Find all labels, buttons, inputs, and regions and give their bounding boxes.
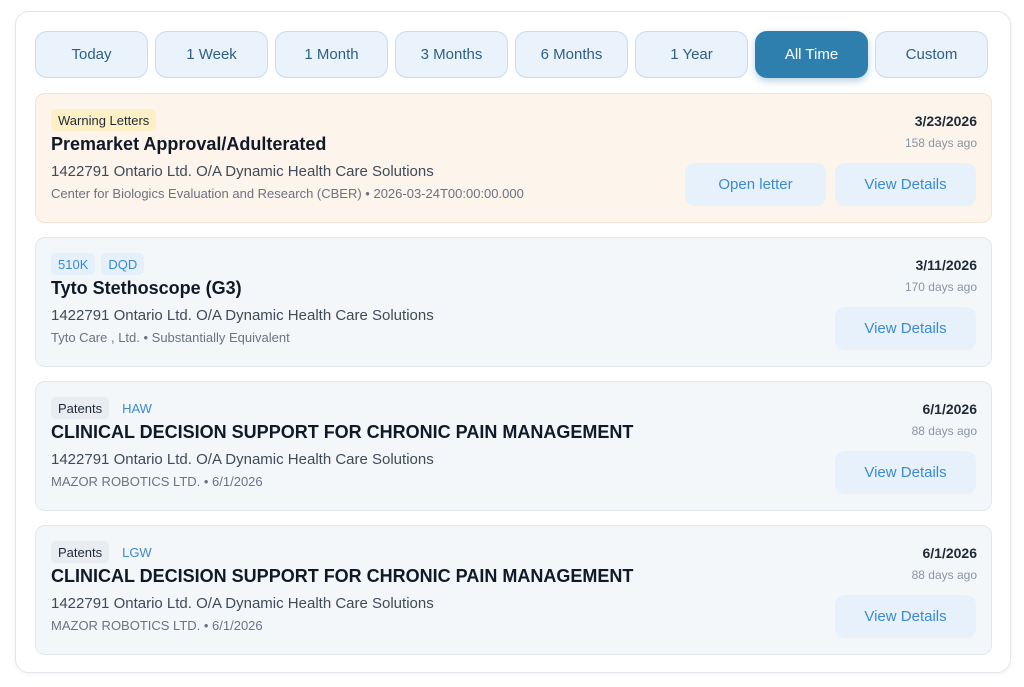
card-tags: Patents HAW	[51, 397, 159, 419]
product-code-badge: DQD	[101, 253, 145, 275]
filter-today[interactable]: Today	[35, 31, 148, 78]
card-company: 1422791 Ontario Ltd. O/A Dynamic Health …	[51, 163, 434, 180]
card-date: 3/23/2026	[914, 113, 977, 129]
card-title: CLINICAL DECISION SUPPORT FOR CHRONIC PA…	[51, 422, 634, 442]
category-badge: Patents	[51, 397, 110, 419]
card-company: 1422791 Ontario Ltd. O/A Dynamic Health …	[51, 595, 434, 612]
filter-1-year[interactable]: 1 Year	[635, 31, 748, 78]
category-badge: Patents	[51, 541, 110, 563]
view-details-button[interactable]: View Details	[835, 163, 976, 206]
filter-1-month[interactable]: 1 Month	[275, 31, 388, 78]
view-details-button[interactable]: View Details	[835, 307, 976, 350]
filter-custom[interactable]: Custom	[875, 31, 988, 78]
card-relative-date: 170 days ago	[904, 280, 977, 294]
category-badge: Warning Letters	[51, 109, 157, 131]
card-title: Premarket Approval/Adulterated	[51, 134, 327, 154]
filter-6-months[interactable]: 6 Months	[515, 31, 628, 78]
result-card-patent: Patents LGW CLINICAL DECISION SUPPORT FO…	[35, 525, 992, 655]
result-card-warning-letter: Warning Letters Premarket Approval/Adult…	[35, 93, 992, 223]
product-code-badge: HAW	[122, 400, 152, 416]
view-details-button[interactable]: View Details	[835, 595, 976, 638]
filter-3-months[interactable]: 3 Months	[395, 31, 508, 78]
card-date: 6/1/2026	[922, 545, 978, 561]
card-tags: Warning Letters	[51, 109, 157, 131]
open-letter-button[interactable]: Open letter	[685, 163, 826, 206]
card-title: CLINICAL DECISION SUPPORT FOR CHRONIC PA…	[51, 566, 634, 586]
card-title: Tyto Stethoscope (G3)	[51, 278, 242, 298]
card-relative-date: 88 days ago	[911, 568, 977, 582]
card-meta: Center for Biologics Evaluation and Rese…	[51, 186, 524, 201]
time-range-filter: Today 1 Week 1 Month 3 Months 6 Months 1…	[35, 31, 988, 78]
card-meta: MAZOR ROBOTICS LTD. • 6/1/2026	[51, 618, 263, 633]
card-tags: 510K DQD	[51, 253, 145, 275]
product-code-badge: LGW	[122, 544, 152, 560]
card-meta: MAZOR ROBOTICS LTD. • 6/1/2026	[51, 474, 263, 489]
card-relative-date: 88 days ago	[911, 424, 977, 438]
card-date: 3/11/2026	[915, 257, 977, 273]
filter-1-week[interactable]: 1 Week	[155, 31, 268, 78]
results-panel: Today 1 Week 1 Month 3 Months 6 Months 1…	[15, 11, 1011, 673]
result-card-patent: Patents HAW CLINICAL DECISION SUPPORT FO…	[35, 381, 992, 511]
filter-all-time[interactable]: All Time	[755, 31, 868, 78]
card-tags: Patents LGW	[51, 541, 159, 563]
card-date: 6/1/2026	[922, 401, 978, 417]
card-company: 1422791 Ontario Ltd. O/A Dynamic Health …	[51, 307, 434, 324]
card-company: 1422791 Ontario Ltd. O/A Dynamic Health …	[51, 451, 434, 468]
category-badge: 510K	[51, 253, 96, 275]
view-details-button[interactable]: View Details	[835, 451, 976, 494]
card-relative-date: 158 days ago	[904, 136, 977, 150]
result-card-510k: 510K DQD Tyto Stethoscope (G3) 1422791 O…	[35, 237, 992, 367]
card-meta: Tyto Care , Ltd. • Substantially Equival…	[51, 330, 290, 345]
